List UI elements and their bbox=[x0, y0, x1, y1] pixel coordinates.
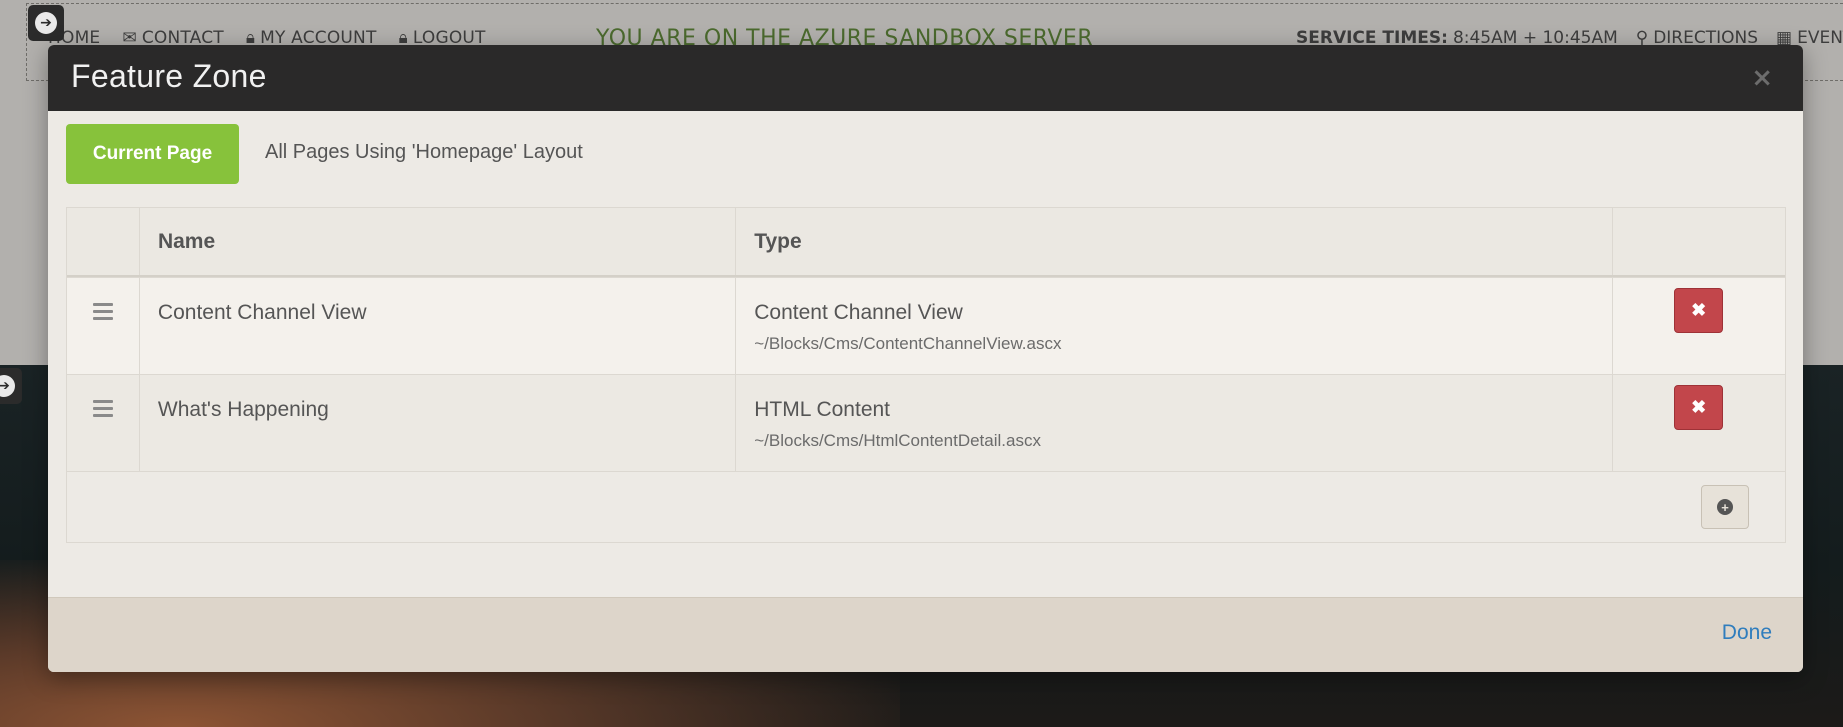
done-button[interactable]: Done bbox=[1722, 621, 1772, 645]
block-path: ~/Blocks/Cms/ContentChannelView.ascx bbox=[754, 334, 1062, 353]
actions-cell: ✖ bbox=[1612, 278, 1785, 374]
block-path: ~/Blocks/Cms/HtmlContentDetail.ascx bbox=[754, 431, 1041, 450]
grid-header-row: Name Type bbox=[67, 208, 1785, 277]
add-block-button[interactable]: + bbox=[1701, 485, 1749, 529]
close-icon: ✖ bbox=[1691, 397, 1707, 417]
zone-toggle-button[interactable]: ➔ bbox=[28, 5, 64, 41]
feature-zone-modal: Feature Zone × Current Page All Pages Us… bbox=[48, 45, 1803, 672]
modal-footer: Done bbox=[48, 597, 1803, 672]
drag-handle-icon[interactable] bbox=[93, 400, 113, 421]
column-header-type[interactable]: Type bbox=[735, 208, 1612, 275]
arrow-right-circle-icon: ➔ bbox=[35, 12, 57, 34]
zone-toggle-button[interactable]: ➔ bbox=[0, 368, 22, 404]
blocks-grid: Name Type Content Channel View Content C… bbox=[66, 207, 1786, 543]
handle-cell bbox=[67, 375, 139, 471]
delete-button[interactable]: ✖ bbox=[1674, 288, 1724, 333]
name-cell: Content Channel View bbox=[138, 278, 735, 374]
all-pages-pill[interactable]: All Pages Using 'Homepage' Layout bbox=[265, 141, 583, 164]
close-icon: ✖ bbox=[1691, 300, 1707, 320]
delete-button[interactable]: ✖ bbox=[1674, 385, 1724, 430]
type-cell: Content Channel View ~/Blocks/Cms/Conten… bbox=[735, 278, 1612, 374]
type-cell: HTML Content ~/Blocks/Cms/HtmlContentDet… bbox=[735, 375, 1612, 471]
table-row: Content Channel View Content Channel Vie… bbox=[67, 277, 1785, 374]
modal-body: Current Page All Pages Using 'Homepage' … bbox=[48, 111, 1803, 597]
name-cell: What's Happening bbox=[138, 375, 735, 471]
grid-footer-row: + bbox=[67, 471, 1785, 542]
block-name: Content Channel View bbox=[157, 301, 367, 324]
close-icon[interactable]: × bbox=[1751, 63, 1773, 93]
block-type: Content Channel View bbox=[754, 301, 963, 324]
block-name: What's Happening bbox=[157, 398, 329, 421]
modal-title: Feature Zone bbox=[71, 58, 267, 94]
table-row: What's Happening HTML Content ~/Blocks/C… bbox=[67, 374, 1785, 471]
header-actions-cell bbox=[1612, 208, 1785, 275]
header-handle-cell bbox=[67, 208, 139, 275]
plus-circle-icon: + bbox=[1717, 499, 1733, 515]
drag-handle-icon[interactable] bbox=[93, 303, 113, 324]
current-page-pill[interactable]: Current Page bbox=[66, 124, 239, 184]
actions-cell: ✖ bbox=[1612, 375, 1785, 471]
handle-cell bbox=[67, 278, 139, 374]
arrow-right-circle-icon: ➔ bbox=[0, 375, 15, 397]
column-header-name[interactable]: Name bbox=[138, 208, 735, 275]
modal-header: Feature Zone × bbox=[48, 45, 1803, 111]
block-type: HTML Content bbox=[754, 398, 891, 421]
